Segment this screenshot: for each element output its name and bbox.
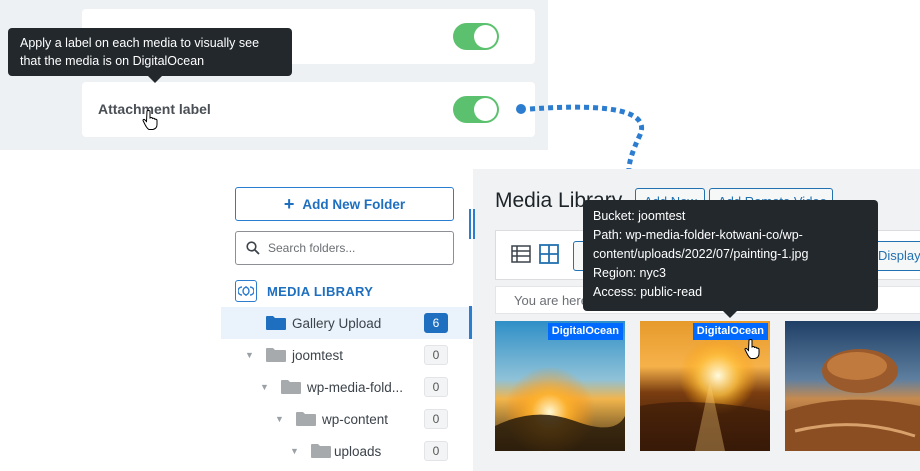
media-thumbnail-3[interactable] [785, 321, 920, 451]
folder-item-joomtest[interactable]: ▼ joomtest 0 [221, 339, 473, 371]
list-view-icon[interactable] [511, 244, 531, 264]
add-folder-label: Add New Folder [302, 196, 406, 212]
folder-name: uploads [334, 443, 382, 459]
folder-count: 0 [424, 345, 448, 365]
access-line: Access: public-read [593, 285, 703, 299]
rock-sunset-image [785, 321, 920, 451]
setting-toggle-1[interactable] [453, 23, 499, 50]
attachment-label-tooltip: Apply a label on each media to visually … [8, 28, 292, 83]
folder-item-wp-media-folder[interactable]: ▼ wp-media-fold... 0 [221, 371, 473, 403]
folder-item-gallery-upload[interactable]: Gallery Upload 6 [221, 307, 473, 339]
hand-cursor-icon [142, 110, 158, 130]
folder-sidebar: + Add New Folder MEDIA LIBRARY Gallery U… [221, 169, 473, 471]
media-thumbnail-2[interactable]: DigitalOcean [640, 321, 770, 451]
digitalocean-badge: DigitalOcean [547, 323, 623, 340]
folder-count: 6 [424, 313, 448, 333]
folder-count: 0 [424, 377, 448, 397]
screenshot-stage: Attachment label Apply a label on each m… [0, 0, 920, 471]
media-library-icon [235, 280, 257, 302]
folder-name: wp-media-fold... [307, 379, 404, 395]
media-library-label: MEDIA LIBRARY [267, 283, 374, 299]
folder-item-wp-content[interactable]: ▼ wp-content 0 [221, 403, 473, 435]
folder-icon [266, 316, 286, 330]
settings-panel: Attachment label Apply a label on each m… [0, 0, 548, 150]
folder-count: 0 [424, 409, 448, 429]
folder-count: 0 [424, 441, 448, 461]
expand-caret-icon[interactable]: ▼ [245, 350, 254, 360]
grid-view-icon[interactable] [539, 244, 559, 264]
sunset-wave-image [495, 321, 625, 451]
expand-caret-icon[interactable]: ▼ [275, 414, 284, 424]
folder-icon [296, 412, 316, 426]
folder-icon [281, 380, 301, 394]
search-icon [246, 241, 260, 255]
search-folders-box[interactable] [235, 231, 454, 265]
folder-name: Gallery Upload [292, 315, 382, 331]
attachment-label-toggle[interactable] [453, 96, 499, 123]
folder-icon [311, 444, 331, 458]
media-metadata-tooltip: Bucket: joomtest Path: wp-media-folder-k… [583, 200, 878, 318]
folder-name: wp-content [322, 411, 389, 427]
media-library-root[interactable]: MEDIA LIBRARY [235, 279, 373, 303]
attachment-label-card: Attachment label [82, 82, 535, 137]
digitalocean-badge: DigitalOcean [692, 323, 768, 340]
tooltip-text: Apply a label on each media to visually … [20, 36, 260, 68]
region-line: Region: nyc3 [593, 266, 666, 280]
plus-icon: + [283, 193, 295, 214]
expand-caret-icon[interactable]: ▼ [260, 382, 269, 392]
bucket-line: Bucket: joomtest [593, 209, 686, 223]
expand-caret-icon[interactable]: ▼ [290, 446, 299, 456]
media-thumbnail-1[interactable]: DigitalOcean [495, 321, 625, 451]
folder-name: joomtest [292, 347, 344, 363]
breadcrumb-text: You are here [514, 293, 588, 308]
hand-cursor-icon [744, 339, 760, 359]
folder-icon [266, 348, 286, 362]
path-line: Path: wp-media-folder-kotwani-co/wp-cont… [593, 228, 809, 261]
folder-item-uploads[interactable]: ▼ uploads 0 [221, 435, 473, 467]
active-folder-indicator [469, 306, 472, 339]
display-all-button[interactable]: Display all [873, 241, 920, 271]
add-new-folder-button[interactable]: + Add New Folder [235, 187, 454, 221]
search-folders-input[interactable] [268, 241, 438, 255]
